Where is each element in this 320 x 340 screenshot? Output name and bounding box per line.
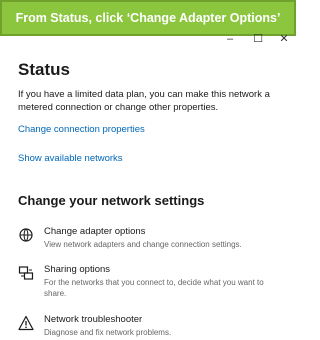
item-desc: For the networks that you connect to, de…: [44, 278, 264, 298]
window-title-bar: – ☐ ✕: [0, 32, 296, 46]
item-name: Sharing options: [44, 264, 111, 275]
item-name: Network troubleshooter: [44, 314, 143, 325]
status-page: Status If you have a limited data plan, …: [18, 60, 286, 164]
close-button[interactable]: ✕: [276, 32, 292, 46]
item-desc: View network adapters and change connect…: [44, 240, 242, 249]
maximize-button[interactable]: ☐: [250, 32, 266, 46]
banner-text: From Status, click ‘Change Adapter Optio…: [15, 11, 281, 25]
show-available-networks-link[interactable]: Show available networks: [18, 153, 286, 164]
change-connection-properties-link[interactable]: Change connection properties: [18, 124, 286, 135]
item-desc: Diagnose and fix network problems.: [44, 328, 172, 337]
warning-icon: [18, 315, 34, 331]
adapter-icon: [19, 228, 33, 242]
change-adapter-options-item[interactable]: Change adapter options View network adap…: [18, 226, 286, 250]
network-troubleshooter-item[interactable]: Network troubleshooter Diagnose and fix …: [18, 314, 286, 338]
page-title: Status: [18, 60, 70, 79]
item-name: Change adapter options: [44, 226, 146, 237]
instruction-banner: From Status, click ‘Change Adapter Optio…: [0, 0, 296, 36]
minimize-button[interactable]: –: [222, 32, 238, 46]
status-description: If you have a limited data plan, you can…: [18, 89, 270, 113]
section-heading: Change your network settings: [18, 193, 205, 208]
sharing-icon: [18, 266, 34, 280]
sharing-options-item[interactable]: Sharing options For the networks that yo…: [18, 264, 286, 299]
